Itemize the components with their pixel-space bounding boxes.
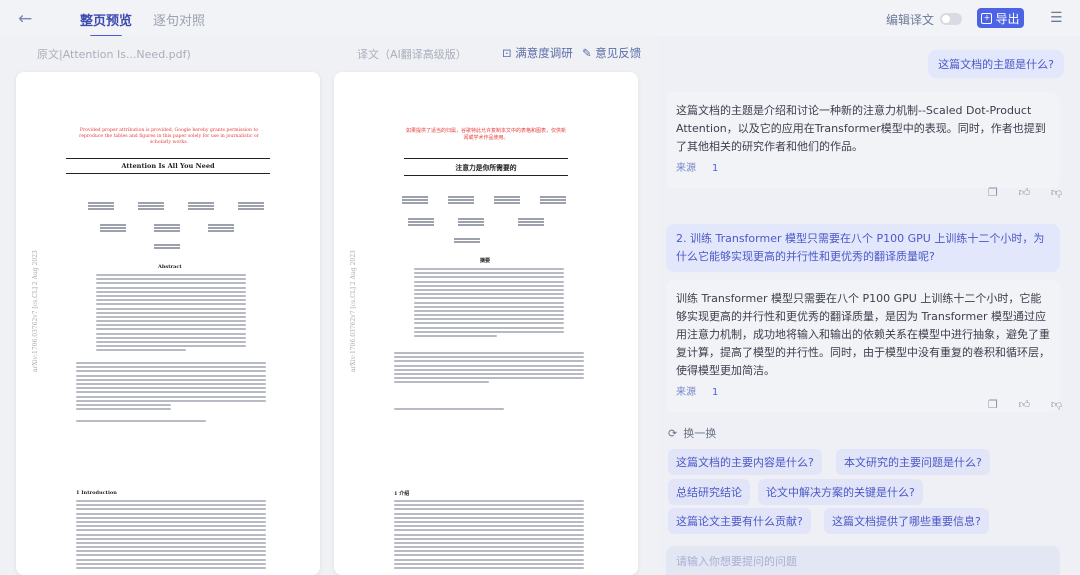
- suggestion-chip[interactable]: 这篇论文主要有什么贡献?: [668, 508, 811, 534]
- suggestion-chip[interactable]: 这篇文档的主要内容是什么?: [668, 449, 822, 475]
- feedback-icon: ✎: [582, 46, 596, 60]
- refresh-icon: ⟳: [668, 426, 678, 440]
- citation-row: 来源 1: [676, 160, 1050, 178]
- suggestion-chip[interactable]: 总结研究结论: [668, 479, 750, 505]
- translated-notice: 如果提供了适当的归属，谷歌特此允许复制本文中的表格和图表，仅供新闻或学术作品使用…: [405, 128, 566, 141]
- translated-title: 注意力是你所需要的: [404, 158, 568, 176]
- thumbs-down-icon[interactable]: 👎︎: [1051, 186, 1062, 199]
- author-block: [402, 196, 428, 205]
- thumbs-up-icon[interactable]: 👍︎: [1019, 398, 1031, 411]
- author-block: [238, 202, 264, 211]
- question-input[interactable]: 请输入你想要提问的问题: [666, 546, 1060, 575]
- author-block: [88, 202, 114, 211]
- tab-sentence-compare[interactable]: 逐句对照: [153, 10, 205, 29]
- author-block: [494, 196, 520, 205]
- tab-full-preview[interactable]: 整页预览: [80, 10, 132, 37]
- arxiv-stamp: arXiv:1706.03762v7 [cs.CL] 2 Aug 2023: [350, 250, 357, 372]
- copy-icon[interactable]: ❐: [988, 398, 998, 411]
- citation-label: 来源: [676, 163, 696, 174]
- refresh-suggestions[interactable]: ⟳ 换一换: [668, 425, 716, 441]
- edit-translation-toggle[interactable]: [940, 13, 962, 25]
- author-block: [188, 202, 214, 211]
- author-block: [208, 224, 234, 233]
- answer-card: 训练 Transformer 模型只需要在八个 P100 GPU 上训练十二个小…: [666, 280, 1060, 412]
- document-preview-pane: 原文|Attention Is...Need.pdf) 译文（AI翻译高级版） …: [0, 36, 658, 575]
- chat-pane: 这篇文档的主题是什么? 这篇文档的主题是介绍和讨论一种新的注意力机制--Scal…: [658, 36, 1080, 575]
- intro-heading: 1 Introduction: [76, 490, 117, 496]
- menu-icon[interactable]: ☰: [1050, 10, 1063, 26]
- author-block: [408, 218, 434, 227]
- suggestion-chip[interactable]: 本文研究的主要问题是什么?: [836, 449, 990, 475]
- author-block: [154, 224, 180, 233]
- abstract-heading: Abstract: [158, 264, 182, 270]
- translated-intro-text: [394, 500, 584, 571]
- paper-title: Attention Is All You Need: [66, 158, 270, 174]
- author-block: [454, 238, 480, 244]
- thumbs-up-icon[interactable]: 👍︎: [1019, 186, 1031, 199]
- translated-abstract-heading: 摘要: [480, 258, 491, 264]
- translated-footnote: [394, 352, 584, 386]
- answer-text: 训练 Transformer 模型只需要在八个 P100 GPU 上训练十二个小…: [676, 292, 1050, 377]
- arxiv-stamp: arXiv:1706.03762v7 [cs.CL] 2 Aug 2023: [32, 250, 39, 372]
- author-block: [448, 196, 474, 205]
- answer-text: 这篇文档的主题是介绍和讨论一种新的注意力机制--Scaled Dot-Produ…: [676, 104, 1046, 153]
- answer-actions: ❐ 👍︎ 👎︎: [988, 398, 1062, 411]
- abstract-text: [96, 274, 246, 354]
- footnote-text: [76, 362, 266, 412]
- survey-link-label: 满意度调研: [515, 46, 573, 60]
- original-page[interactable]: Provided proper attribution is provided,…: [16, 72, 320, 575]
- feedback-link[interactable]: ✎ 意见反馈: [582, 45, 641, 61]
- user-question: 2. 训练 Transformer 模型只需要在八个 P100 GPU 上训练十…: [666, 224, 1060, 272]
- author-block: [138, 202, 164, 211]
- suggestion-chip[interactable]: 论文中解决方案的关键是什么?: [758, 479, 923, 505]
- author-block: [518, 218, 544, 227]
- answer-card: 这篇文档的主题是介绍和讨论一种新的注意力机制--Scaled Dot-Produ…: [666, 92, 1060, 188]
- citation-ref[interactable]: 1: [712, 384, 718, 402]
- copy-icon[interactable]: ❐: [988, 186, 998, 199]
- translated-page[interactable]: 如果提供了适当的归属，谷歌特此允许复制本文中的表格和图表，仅供新闻或学术作品使用…: [334, 72, 638, 575]
- export-button[interactable]: + 导出: [977, 8, 1024, 28]
- citation-ref[interactable]: 1: [712, 160, 718, 178]
- author-block: [100, 224, 126, 233]
- answer-actions: ❐ 👍︎ 👎︎: [988, 186, 1062, 199]
- top-bar: ← 整页预览 逐句对照 编辑译文 + 导出 ☰: [0, 0, 1080, 37]
- translated-doc-label: 译文（AI翻译高级版）: [357, 48, 467, 61]
- conference-line: [76, 420, 206, 424]
- translated-abstract-text: [414, 268, 564, 339]
- author-block: [458, 218, 484, 227]
- citation-label: 来源: [676, 387, 696, 398]
- edit-translation-label[interactable]: 编辑译文: [886, 11, 934, 28]
- translated-conference-line: [394, 408, 504, 412]
- back-arrow-icon[interactable]: ←: [18, 9, 32, 29]
- export-label: 导出: [995, 11, 1020, 26]
- user-question: 这篇文档的主题是什么?: [928, 50, 1064, 78]
- original-doc-label: 原文|Attention Is...Need.pdf): [37, 48, 191, 61]
- translated-intro-heading: 1 介绍: [394, 491, 410, 497]
- author-block: [540, 196, 566, 205]
- refresh-label: 换一换: [683, 427, 717, 440]
- thumbs-down-icon[interactable]: 👎︎: [1051, 398, 1062, 411]
- suggestion-chip[interactable]: 这篇文档提供了哪些重要信息?: [824, 508, 989, 534]
- author-block: [154, 244, 180, 250]
- paper-notice: Provided proper attribution is provided,…: [79, 128, 259, 145]
- survey-link[interactable]: ⊡ 满意度调研: [502, 45, 573, 61]
- export-icon: +: [981, 12, 993, 24]
- intro-text: [76, 500, 266, 571]
- survey-icon: ⊡: [502, 46, 516, 60]
- feedback-link-label: 意见反馈: [595, 46, 642, 60]
